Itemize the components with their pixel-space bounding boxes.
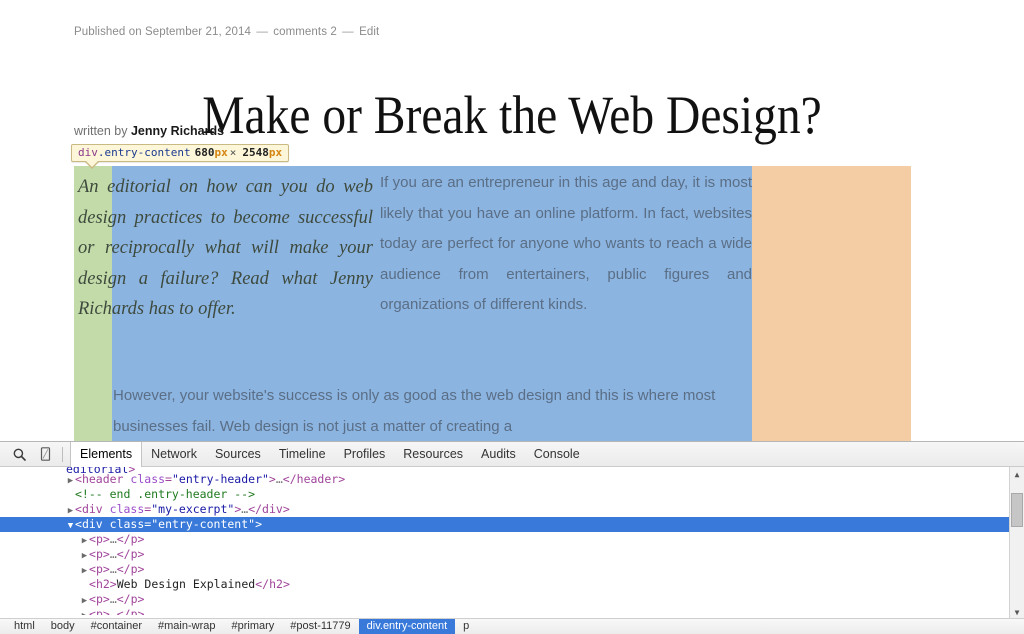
breadcrumb-item-html[interactable]: html <box>6 619 43 634</box>
dom-attr-value: "entry-header" <box>172 472 269 486</box>
tab-profiles[interactable]: Profiles <box>335 442 395 467</box>
dom-tag-name: p <box>96 607 103 615</box>
dom-text-node: Web Design Explained <box>117 577 255 591</box>
dom-close-tag: p <box>131 562 138 576</box>
tooltip-width: 680 <box>191 146 215 159</box>
devtools-tab-bar: Elements Network Sources Timeline Profil… <box>70 442 589 467</box>
paragraph: However, your website's success is only … <box>113 380 752 441</box>
tab-elements[interactable]: Elements <box>70 442 142 467</box>
dom-ellipsis: … <box>110 562 117 576</box>
scrollbar-thumb[interactable] <box>1011 493 1023 527</box>
dom-close-tag: header <box>297 472 339 486</box>
dom-row-h2[interactable]: <h2>Web Design Explained</h2> <box>0 577 1024 592</box>
dom-attr-value: "my-excerpt" <box>151 502 234 516</box>
paragraph: If you are an entrepreneur in this age a… <box>380 168 752 321</box>
devtools-toolbar: Elements Network Sources Timeline Profil… <box>0 442 1024 467</box>
tab-network[interactable]: Network <box>142 442 206 467</box>
scroll-up-arrow-icon[interactable]: ▲ <box>1010 467 1024 481</box>
element-highlight-tooltip: div.entry-content680px×2548px <box>71 144 289 162</box>
breadcrumb-item-p[interactable]: p <box>455 619 477 634</box>
dom-ellipsis: … <box>276 472 283 486</box>
dom-ellipsis: … <box>110 607 117 615</box>
dom-attr-name: class <box>110 502 145 516</box>
dom-tag-name: h2 <box>96 577 110 591</box>
tooltip-width-unit: px <box>214 146 227 159</box>
dom-row-comment[interactable]: <!-- end .entry-header --> <box>0 487 1024 502</box>
toolbar-divider <box>62 447 63 462</box>
tooltip-class-name: .entry-content <box>98 146 191 159</box>
dom-close-tag: p <box>131 547 138 561</box>
tooltip-height: 2548 <box>238 146 269 159</box>
dom-tag-name: p <box>96 592 103 606</box>
dom-tag-name: div <box>82 517 103 531</box>
browser-page-viewport: Published on September 21, 2014 — commen… <box>0 0 1024 441</box>
dom-tag-name: p <box>96 532 103 546</box>
breadcrumb-item-primary[interactable]: #primary <box>223 619 282 634</box>
dom-attr-name: class <box>130 472 165 486</box>
dom-close-tag: div <box>262 502 283 516</box>
dom-ellipsis: … <box>110 592 117 606</box>
tab-console[interactable]: Console <box>525 442 589 467</box>
article-column-first: If you are an entrepreneur in this age a… <box>380 168 752 347</box>
dom-close-tag: p <box>131 532 138 546</box>
dom-tag-name: div <box>82 502 103 516</box>
dom-tag-name: p <box>96 547 103 561</box>
dom-row-header[interactable]: ▶<header class="entry-header">…</header> <box>0 472 1024 487</box>
dom-row-selected-entry-content[interactable]: ▼<div class="entry-content"> <box>0 517 1024 532</box>
breadcrumb-item-body[interactable]: body <box>43 619 83 634</box>
dom-row-my-excerpt[interactable]: ▶<div class="my-excerpt">…</div> <box>0 502 1024 517</box>
search-icon[interactable] <box>6 443 32 465</box>
dom-close-tag: h2 <box>269 577 283 591</box>
tab-timeline[interactable]: Timeline <box>270 442 335 467</box>
device-toggle-icon[interactable] <box>32 443 58 465</box>
dom-row-p[interactable]: ▶<p>…</p> <box>0 547 1024 562</box>
devtools-panel: Elements Network Sources Timeline Profil… <box>0 441 1024 634</box>
tab-audits[interactable]: Audits <box>472 442 525 467</box>
tab-resources[interactable]: Resources <box>394 442 472 467</box>
scroll-down-arrow-icon[interactable]: ▼ <box>1010 605 1024 619</box>
dom-ellipsis: … <box>110 532 117 546</box>
disclosure-triangle-icon[interactable]: ▶ <box>80 609 89 615</box>
tooltip-tag-name: div <box>78 146 98 159</box>
dom-ellipsis: … <box>110 547 117 561</box>
dom-row-p[interactable]: ▶<p>…</p> <box>0 562 1024 577</box>
breadcrumb-item-main-wrap[interactable]: #main-wrap <box>150 619 223 634</box>
dom-row-p[interactable]: ▶<p>…</p> <box>0 532 1024 547</box>
dom-tag-name: p <box>96 562 103 576</box>
dom-attr-name: class <box>110 517 145 531</box>
dom-attr-value: "entry-content" <box>151 517 255 531</box>
tooltip-height-unit: px <box>269 146 282 159</box>
dom-close-tag: p <box>131 607 138 615</box>
breadcrumb-item-post[interactable]: #post-11779 <box>282 619 358 634</box>
dom-tree-scrollbar[interactable]: ▲ ▼ <box>1009 467 1024 619</box>
breadcrumb-item-container[interactable]: #container <box>83 619 150 634</box>
breadcrumb-item-entry-content[interactable]: div.entry-content <box>359 619 456 634</box>
breadcrumb: html body #container #main-wrap #primary… <box>0 618 1024 634</box>
dom-tag-name: header <box>82 472 124 486</box>
dom-tree[interactable]: editorial> ▶<header class="entry-header"… <box>0 467 1024 619</box>
dom-row-p-partial-bottom[interactable]: ▶<p>…</p> <box>0 607 1024 615</box>
dom-comment: <!-- end .entry-header --> <box>75 487 255 501</box>
dom-close-tag: p <box>131 592 138 606</box>
tooltip-times-symbol: × <box>228 146 239 159</box>
article-excerpt: An editorial on how can you do web desig… <box>78 172 373 325</box>
dom-row-p[interactable]: ▶<p>…</p> <box>0 592 1024 607</box>
tab-sources[interactable]: Sources <box>206 442 270 467</box>
article-body: An editorial on how can you do web desig… <box>0 0 1024 441</box>
